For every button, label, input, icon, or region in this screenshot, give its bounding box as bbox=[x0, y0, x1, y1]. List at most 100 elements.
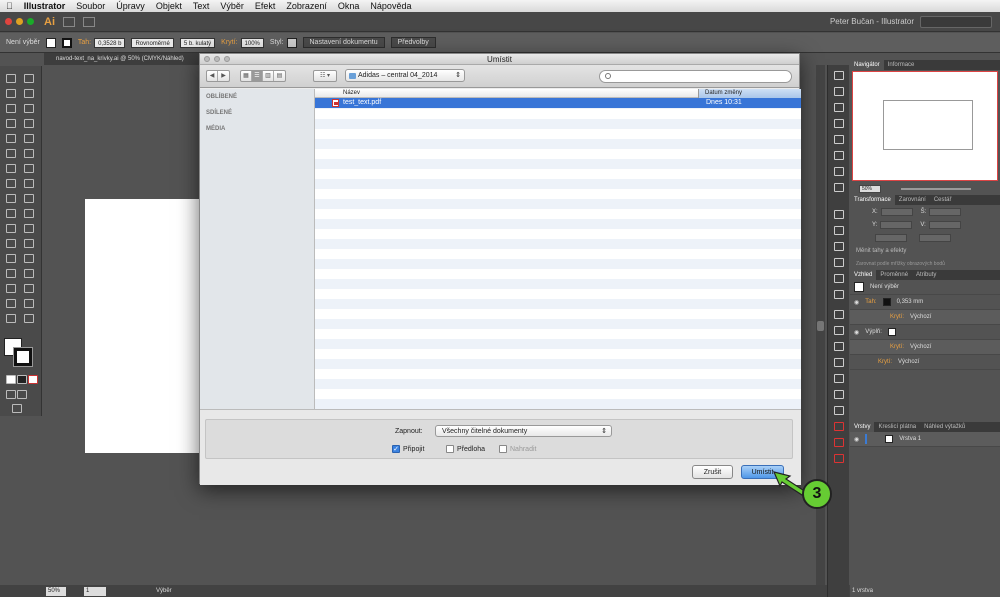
free-transform-tool-icon[interactable] bbox=[24, 179, 34, 188]
panel-icon-brushes[interactable] bbox=[834, 226, 844, 235]
scale-strokes-row[interactable]: Měnit tahy a efekty bbox=[850, 244, 1000, 257]
h-field[interactable] bbox=[928, 220, 961, 229]
blob-brush-tool-icon[interactable] bbox=[6, 149, 16, 158]
panel-icon-opentype[interactable] bbox=[834, 135, 844, 144]
panel-icon-export[interactable] bbox=[834, 422, 844, 431]
panel-icon-gradient[interactable] bbox=[834, 274, 844, 283]
help-search-input[interactable] bbox=[920, 16, 992, 28]
template-checkbox[interactable]: Předloha bbox=[446, 445, 485, 453]
symbol-sprayer-tool-icon[interactable] bbox=[6, 239, 16, 248]
panel-icon-pathfinder[interactable] bbox=[834, 326, 844, 335]
appearance-opacity-row[interactable]: Krytí: Výchozí bbox=[850, 355, 1000, 370]
arrange-button[interactable]: ☷ ▾ bbox=[313, 70, 337, 82]
graph-tool-icon[interactable] bbox=[24, 314, 34, 323]
panel-icon-actions[interactable] bbox=[834, 374, 844, 383]
zoom-window-icon[interactable] bbox=[27, 18, 34, 25]
panel-icon-separations[interactable] bbox=[834, 454, 844, 463]
stroke-color-icon[interactable] bbox=[13, 347, 33, 367]
link-checkbox[interactable]: ✓ Připojit bbox=[392, 445, 424, 453]
magic-wand-tool-icon[interactable] bbox=[6, 89, 16, 98]
tab-layers[interactable]: Vrstvy bbox=[850, 422, 875, 432]
panel-icon-align[interactable] bbox=[834, 310, 844, 319]
tab-transform[interactable]: Transformace bbox=[850, 195, 895, 205]
menu-zobrazeni[interactable]: Zobrazení bbox=[286, 1, 327, 11]
bridge-icon[interactable] bbox=[63, 16, 75, 27]
artboard-tool-icon[interactable] bbox=[6, 254, 16, 263]
menu-vyber[interactable]: Výběr bbox=[220, 1, 244, 11]
layer-name[interactable]: Vrstva 1 bbox=[899, 436, 921, 442]
pencil-tool-icon[interactable] bbox=[24, 134, 34, 143]
brush-dropdown[interactable]: 5 b. kulatý bbox=[179, 37, 216, 48]
list-view-icon[interactable]: ☰ bbox=[252, 71, 263, 81]
layer-row[interactable]: ◉ Vrstva 1 bbox=[850, 432, 1000, 447]
eye-icon[interactable]: ◉ bbox=[854, 436, 859, 443]
column-view-icon[interactable]: ▥ bbox=[263, 71, 274, 81]
knife-tool-icon[interactable] bbox=[6, 284, 16, 293]
appearance-stroke-value[interactable]: 0,353 mm bbox=[897, 299, 924, 305]
sidebar-section-favorites[interactable]: OBLÍBENÉ bbox=[200, 89, 314, 105]
menu-soubor[interactable]: Soubor bbox=[76, 1, 105, 11]
shape-builder-tool-icon[interactable] bbox=[6, 194, 16, 203]
stroke-label[interactable]: Tah: bbox=[78, 39, 91, 46]
panel-icon-symbols[interactable] bbox=[834, 242, 844, 251]
panel-icon-doc-info[interactable] bbox=[834, 438, 844, 447]
appearance-fill-swatch[interactable] bbox=[887, 328, 896, 336]
panel-icon-paragraph[interactable] bbox=[834, 119, 844, 128]
tab-align[interactable]: Zarovnání bbox=[895, 197, 930, 203]
hand-tool-icon[interactable] bbox=[6, 269, 16, 278]
panel-icon-color-guide[interactable] bbox=[834, 183, 844, 192]
panel-icon-artboards[interactable] bbox=[834, 406, 844, 415]
none-mode-icon[interactable] bbox=[28, 375, 38, 384]
tab-appearance[interactable]: Vzhled bbox=[850, 270, 877, 280]
navigator-zoom-slider[interactable] bbox=[901, 187, 971, 190]
enable-filter-select[interactable]: Všechny čitelné dokumenty ⇕ bbox=[435, 425, 612, 437]
screen-mode-icon[interactable] bbox=[12, 404, 22, 413]
tab-artboards[interactable]: Kreslicí plátna bbox=[874, 424, 920, 430]
color-mode-icon[interactable] bbox=[6, 375, 16, 384]
current-tool-status[interactable]: Výběr bbox=[156, 588, 172, 594]
panel-icon-appearance[interactable] bbox=[834, 71, 844, 80]
artboard-number-field[interactable]: 1 bbox=[84, 586, 106, 596]
eraser-tool-icon[interactable] bbox=[24, 149, 34, 158]
fill-opacity-label[interactable]: Krytí: bbox=[890, 344, 904, 350]
measure-tool-icon[interactable] bbox=[24, 299, 34, 308]
y-field[interactable] bbox=[880, 220, 913, 229]
stroke-weight-field[interactable]: 0,3528 b bbox=[94, 37, 126, 48]
eye-icon[interactable]: ◉ bbox=[854, 299, 859, 306]
pen-tool-icon[interactable] bbox=[6, 104, 16, 113]
menu-upravy[interactable]: Úpravy bbox=[116, 1, 145, 11]
zoom-tool-icon[interactable] bbox=[24, 269, 34, 278]
arrange-documents-icon[interactable] bbox=[83, 16, 95, 27]
menu-text[interactable]: Text bbox=[193, 1, 210, 11]
scroll-thumb[interactable] bbox=[817, 321, 824, 331]
document-tab[interactable]: navod-text_na_krivky.ai @ 50% (CMYK/Náhl… bbox=[44, 53, 204, 65]
panel-icon-transparency[interactable] bbox=[834, 290, 844, 299]
appearance-stroke-label[interactable]: Tah: bbox=[865, 299, 876, 305]
profile-dropdown[interactable]: Rovnoměrné bbox=[131, 37, 174, 48]
style-swatch[interactable] bbox=[286, 37, 297, 48]
stroke-opacity-label[interactable]: Krytí: bbox=[890, 314, 904, 320]
selection-tool-icon[interactable] bbox=[6, 74, 16, 83]
x-field[interactable] bbox=[880, 207, 913, 216]
panel-icon-graphic-styles[interactable] bbox=[834, 87, 844, 96]
rotate-field[interactable] bbox=[875, 233, 907, 242]
dialog-zoom-icon[interactable] bbox=[224, 56, 230, 62]
file-list[interactable]: Název Datum změny test_text.pdf Dnes 10:… bbox=[315, 89, 801, 409]
appearance-stroke-row[interactable]: ◉ Tah: 0,353 mm bbox=[850, 295, 1000, 310]
workspace-user[interactable]: Peter Bučan - Illustrator bbox=[830, 17, 914, 26]
coverflow-view-icon[interactable]: ▤ bbox=[274, 71, 285, 81]
menu-app[interactable]: Illustrator bbox=[24, 1, 66, 11]
rectangle-tool-icon[interactable] bbox=[24, 119, 34, 128]
document-setup-button[interactable]: Nastavení dokumentu bbox=[302, 37, 385, 48]
panel-icon-links[interactable] bbox=[834, 358, 844, 367]
tab-pathfinder[interactable]: Cestář bbox=[930, 197, 956, 203]
cancel-button[interactable]: Zrušit bbox=[692, 465, 733, 479]
appearance-stroke-swatch[interactable] bbox=[882, 298, 891, 306]
minimize-window-icon[interactable] bbox=[16, 18, 23, 25]
lasso-tool-icon[interactable] bbox=[24, 89, 34, 98]
align-pixel-row[interactable]: Zarovnat podle mřížky obrazových bodů bbox=[850, 257, 1000, 270]
panel-icon-character[interactable] bbox=[834, 103, 844, 112]
panel-icon-color[interactable] bbox=[834, 167, 844, 176]
panel-icon-transform[interactable] bbox=[834, 342, 844, 351]
appearance-fill-row[interactable]: ◉ Výplň: bbox=[850, 325, 1000, 340]
